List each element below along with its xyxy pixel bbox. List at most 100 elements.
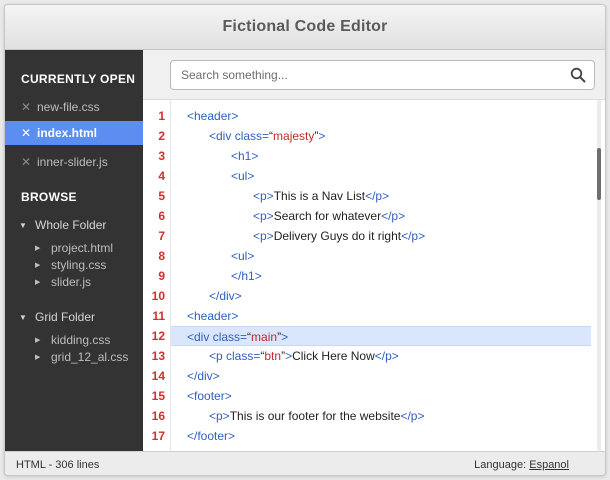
code-token-txt: Delivery Guys do it right xyxy=(273,229,402,243)
code-token-txt: This is our footer for the website xyxy=(229,409,401,423)
line-number: 17 xyxy=(151,429,165,443)
browse-heading: BROWSE xyxy=(21,190,77,204)
window-title: Fictional Code Editor xyxy=(222,18,388,35)
code-line[interactable]: <p>Delivery Guys do it right</p> xyxy=(171,226,591,246)
code-token-tag: </p> xyxy=(401,229,426,243)
code-token-txt: Search for whatever xyxy=(273,209,382,223)
code-token-tag: > xyxy=(318,129,326,143)
code-token-val: main xyxy=(251,330,278,344)
code-token-attr: class= xyxy=(226,349,261,363)
code-token-tag: <h1> xyxy=(231,149,259,163)
status-bar: HTML - 306 lines Language: Espanol xyxy=(5,451,605,475)
code-token-tag: > xyxy=(281,330,289,344)
line-number: 11 xyxy=(152,309,165,323)
code-line[interactable]: <ul> xyxy=(171,166,591,186)
code-token-tag: </div> xyxy=(209,289,242,303)
code-token-val: majesty xyxy=(273,129,315,143)
line-number: 1 xyxy=(158,109,165,123)
code-line[interactable]: <ul> xyxy=(171,246,591,266)
code-token-tag: <header> xyxy=(187,109,239,123)
code-token-tag: </p> xyxy=(365,189,390,203)
code-line[interactable]: </h1> xyxy=(171,266,591,286)
code-token-tag: <p> xyxy=(209,409,230,423)
triangle-down-icon: ▼ xyxy=(19,220,27,230)
code-token-tag: </h1> xyxy=(231,269,262,283)
currently-open-heading: CURRENTLY OPEN xyxy=(21,72,136,86)
code-line[interactable]: <h1> xyxy=(171,146,591,166)
file-grid-12-al-css[interactable]: ▶ grid_12_al.css xyxy=(35,350,128,364)
folder-whole-folder[interactable]: ▼ Whole Folder xyxy=(19,218,106,232)
close-icon[interactable]: ✕ xyxy=(21,126,31,140)
line-number: 4 xyxy=(158,169,165,183)
line-number: 13 xyxy=(151,349,165,363)
code-line[interactable]: <p>This is our footer for the website</p… xyxy=(171,406,591,426)
code-line[interactable]: </footer> xyxy=(171,426,591,446)
code-token-tag: <ul> xyxy=(231,169,255,183)
folder-grid-folder[interactable]: ▼ Grid Folder xyxy=(19,310,95,324)
code-token-attr: class= xyxy=(234,129,270,143)
code-token-tag: <p> xyxy=(253,189,274,203)
open-file-new-file-css[interactable]: ✕ new-file.css xyxy=(5,95,143,119)
code-line[interactable]: </div> xyxy=(171,286,591,306)
vertical-scrollbar[interactable] xyxy=(593,100,605,451)
triangle-right-icon: ▶ xyxy=(35,245,41,252)
code-token-tag: </p> xyxy=(374,349,399,363)
language-label: Language: xyxy=(474,459,530,471)
code-line[interactable]: <div class=“main”> xyxy=(171,326,591,346)
code-line[interactable]: </div> xyxy=(171,366,591,386)
code-token-tag: <div xyxy=(187,330,213,344)
code-token-tag: </p> xyxy=(381,209,406,223)
code-token-tag: <p xyxy=(209,349,227,363)
editor-main: 1234567891011121314151617 <header><div c… xyxy=(143,50,605,451)
code-line[interactable]: <p class=“btn”>Click Here Now</p> xyxy=(171,346,591,366)
code-token-tag: <p> xyxy=(253,209,274,223)
code-token-tag: <ul> xyxy=(231,249,255,263)
search-box xyxy=(170,60,595,90)
line-number: 5 xyxy=(158,189,165,203)
triangle-right-icon: ▶ xyxy=(35,279,41,286)
search-icon[interactable] xyxy=(570,67,586,83)
line-number: 7 xyxy=(158,229,165,243)
open-file-label: new-file.css xyxy=(37,100,100,114)
folder-label: Grid Folder xyxy=(35,310,96,324)
close-icon[interactable]: ✕ xyxy=(21,100,31,114)
code-line[interactable]: <header> xyxy=(171,306,591,326)
triangle-right-icon: ▶ xyxy=(35,337,41,344)
file-styling-css[interactable]: ▶ styling.css xyxy=(35,258,106,272)
file-label: kidding.css xyxy=(51,333,111,347)
folder-label: Whole Folder xyxy=(35,218,107,232)
file-label: grid_12_al.css xyxy=(51,350,129,364)
editor-window: Fictional Code Editor CURRENTLY OPEN ✕ n… xyxy=(4,4,606,476)
code-token-txt: This is a Nav List xyxy=(273,189,366,203)
line-number: 9 xyxy=(158,269,165,283)
code-token-val: btn xyxy=(264,349,282,363)
open-file-index-html[interactable]: ✕ index.html xyxy=(5,121,143,145)
search-input[interactable] xyxy=(171,61,561,89)
file-kidding-css[interactable]: ▶ kidding.css xyxy=(35,333,110,347)
code-line[interactable]: <div class=“majesty”> xyxy=(171,126,591,146)
triangle-down-icon: ▼ xyxy=(19,312,27,322)
scrollbar-thumb[interactable] xyxy=(597,148,601,200)
file-slider-js[interactable]: ▶ slider.js xyxy=(35,275,91,289)
language-link[interactable]: Espanol xyxy=(529,459,569,471)
open-file-inner-slider-js[interactable]: ✕ inner-slider.js xyxy=(5,150,143,174)
line-number: 6 xyxy=(158,209,165,223)
code-line[interactable]: <header> xyxy=(171,106,591,126)
code-line[interactable]: <p>Search for whatever</p> xyxy=(171,206,591,226)
file-project-html[interactable]: ▶ project.html xyxy=(35,241,113,255)
code-token-tag: <header> xyxy=(187,309,239,323)
line-number: 8 xyxy=(158,249,165,263)
code-line[interactable]: <footer> xyxy=(171,386,591,406)
line-number: 15 xyxy=(151,389,165,403)
title-bar: Fictional Code Editor xyxy=(5,5,605,50)
line-number: 10 xyxy=(151,289,165,303)
close-icon[interactable]: ✕ xyxy=(21,155,31,169)
code-token-txt: Click Here Now xyxy=(292,349,375,363)
code-line[interactable]: <p>This is a Nav List</p> xyxy=(171,186,591,206)
line-number: 2 xyxy=(158,129,165,143)
triangle-right-icon: ▶ xyxy=(35,354,41,361)
code-area[interactable]: <header> <div class=“majesty”> <h1> <ul> <p>… xyxy=(171,100,591,451)
open-file-label: index.html xyxy=(37,126,98,140)
sidebar: CURRENTLY OPEN ✕ new-file.css ✕ index.ht… xyxy=(5,50,143,451)
file-label: styling.css xyxy=(51,258,107,272)
